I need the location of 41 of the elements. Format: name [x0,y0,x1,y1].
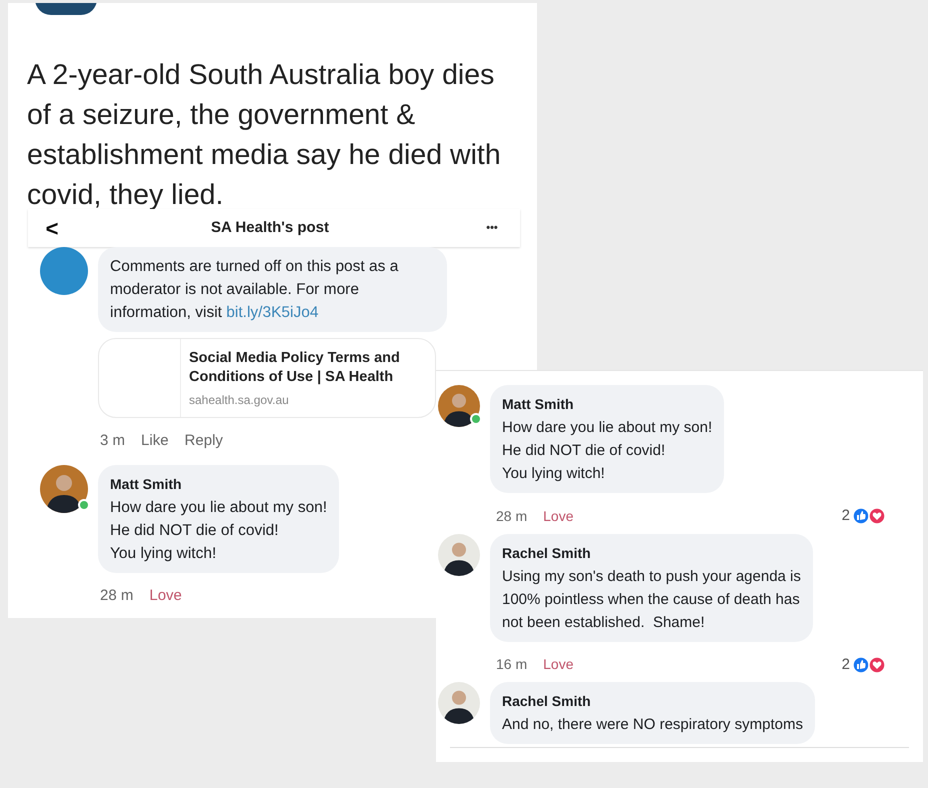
page-avatar-icon [40,247,88,295]
link-preview-title: Social Media Policy Terms and Conditions of Use | SA Health [189,349,401,387]
link-preview-domain: sahealth.sa.gov.au [189,392,290,409]
love-reaction-link[interactable]: Love [149,584,182,607]
back-button[interactable]: < [40,212,64,244]
post-title: SA Health's post [210,218,330,238]
comment-text: Comments are turned off on this post as a moderator is not available. For more information, visit bit.ly/3K5iJo4 [110,257,400,323]
like-reaction-icon [852,656,870,674]
comment-text-line: How dare you lie about my son! [502,418,712,438]
comment-author: Rachel Smith [502,544,592,562]
reaction-count: 2 [842,654,850,674]
comment-text-line: He did NOT die of covid! [502,441,666,461]
more-button[interactable]: ••• [476,220,508,236]
comment-text-line: 100% pointless when the cause of death has [502,590,801,610]
link-preview-card[interactable]: Social Media Policy Terms and Conditions of Use | SA Health sahealth.sa.gov.au [98,338,436,418]
comment-author: Rachel Smith [502,692,592,711]
comment-time: 28 m [496,506,528,526]
action-link[interactable]: Reply [184,430,223,452]
person-avatar-icon [40,464,88,512]
person-avatar-icon [438,385,480,427]
comment-text-line: And no, there were NO respiratory symptoms [502,715,803,735]
love-reaction-icon [868,507,886,526]
like-reaction-icon [852,507,870,526]
love-reaction-link[interactable]: Love [543,654,574,676]
comment-time: 3 m [100,431,126,451]
comment-text-line: How dare you lie about my son! [110,498,328,518]
love-reaction-link[interactable]: Love [543,506,574,527]
comment-author: Matt Smith [110,474,183,494]
comment-text-line: You lying witch! [110,544,218,564]
reaction-count: 2 [842,506,850,526]
action-link[interactable]: Like [141,430,169,452]
comment-text-line: Using my son's death to push your agenda is [502,566,801,586]
love-reaction-icon [868,656,886,674]
comment-author: Matt Smith [502,395,575,414]
comment-time: 28 m [100,586,134,606]
comment-text-line: not been established. Shame! [502,612,706,632]
comment-text-line: He did NOT die of covid! [110,520,280,540]
comment-time: 16 m [496,655,528,674]
headline: A 2-year-old South Australia boy dies of a seizure, the government & establishment media say he died with covid, they lied. [27,58,502,213]
comment-text-line: You lying witch! [502,464,606,484]
comment-link[interactable]: bit.ly/3K5iJo4 [226,304,318,321]
